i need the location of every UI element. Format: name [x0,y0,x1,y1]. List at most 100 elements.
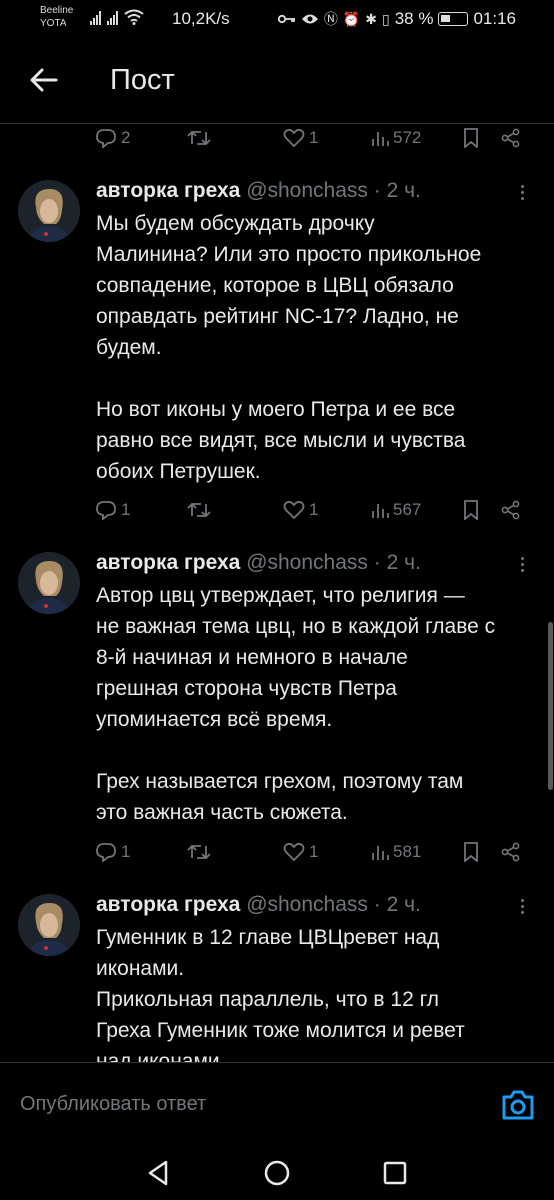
battery-icon [438,12,469,26]
author-handle[interactable]: @shonchass [246,551,368,574]
views-button[interactable]: 572 [371,128,421,148]
share-icon [501,500,520,520]
carrier-names: Beeline YOTA [40,4,73,30]
bookmark-button[interactable] [463,842,479,862]
share-button[interactable] [501,128,521,148]
carrier-bottom: YOTA [40,18,67,29]
scrollbar[interactable] [548,622,553,790]
views-icon [372,132,389,146]
author-handle[interactable]: @shonchass [246,893,368,916]
share-icon [501,842,520,862]
view-count: 567 [393,500,422,519]
views-button[interactable]: 567 [371,500,421,520]
like-button[interactable]: 1 [283,842,318,862]
reply-button[interactable]: 2 [95,128,130,148]
tweet-actions: 2 1 572 [95,124,525,152]
reply-count: 1 [121,500,131,519]
more-options-icon[interactable] [516,554,528,576]
signal-icon [90,9,101,25]
bookmark-icon [464,842,478,862]
network-speed: 10,2K/s [172,9,230,28]
bluetooth-icon: ✱ [365,10,377,27]
more-options-icon[interactable] [516,182,528,204]
heart-icon [283,842,305,862]
avatar[interactable] [18,552,80,614]
carrier-top: Beeline [40,5,74,16]
tweet-header: авторка греха @shonchass · 2 ч. [96,178,421,204]
retweet-button[interactable] [187,500,211,520]
retweet-button[interactable] [187,842,211,862]
views-button[interactable]: 581 [371,842,421,862]
reply-input[interactable]: Опубликовать ответ [20,1093,206,1116]
vibrate-icon: ▯ [381,10,390,27]
like-button[interactable]: 1 [283,500,318,520]
reply-button[interactable]: 1 [95,500,130,520]
tweet-text: Гуменник в 12 главе ЦВЦревет над иконами… [96,926,465,1062]
reply-count: 2 [121,128,131,147]
share-button[interactable] [501,842,521,862]
reply-icon [96,843,116,862]
arrow-left-icon[interactable] [26,62,62,98]
status-right: Ⓝ ⏰ ✱ ▯ 38 % 01:16 [277,9,516,29]
status-bar: Beeline YOTA 10,2K/s Ⓝ ⏰ ✱ ▯ 38 % 01:16 [0,0,554,40]
retweet-icon [187,502,211,518]
tweet-time: · 2 ч. [373,179,421,202]
views-icon [372,846,389,860]
author-name[interactable]: авторка греха [96,551,240,574]
tweet-actions: 1 1 567 [95,496,525,524]
bookmark-button[interactable] [463,128,479,148]
key-icon [277,14,295,24]
back-triangle-icon[interactable] [142,1156,176,1190]
retweet-icon [187,844,211,860]
reply-count: 1 [121,842,131,861]
tweet-time: · 2 ч. [373,551,421,574]
share-button[interactable] [501,500,521,520]
reply-composer[interactable]: Опубликовать ответ [0,1062,554,1146]
tweet-text: Автор цвц утверждает, что религия — не в… [96,584,496,824]
system-nav-bar [0,1146,554,1200]
signal-icon [107,9,118,25]
reply-button[interactable]: 1 [95,842,130,862]
nfc-icon: Ⓝ [323,11,338,27]
app-header: Пост [0,40,554,124]
wifi-icon [124,9,144,25]
heart-icon [283,128,305,148]
tweet-text: Мы будем обсуждать дрочку Малинина? Или … [96,212,482,483]
retweet-icon [187,130,211,146]
author-name[interactable]: авторка греха [96,179,240,202]
tweet-header: авторка греха @shonchass · 2 ч. [96,550,421,576]
avatar[interactable] [18,894,80,956]
battery-percent: 38 % [394,9,434,28]
like-button[interactable]: 1 [283,128,318,148]
more-options-icon[interactable] [516,896,528,918]
clock: 01:16 [473,9,516,28]
retweet-button[interactable] [187,128,211,148]
signal-indicators [90,9,144,25]
like-count: 1 [309,842,319,861]
home-circle-icon[interactable] [260,1156,294,1190]
share-icon [501,128,520,148]
tweet[interactable]: авторка греха @shonchass · 2 ч. Гуменник… [0,890,554,1062]
recents-square-icon[interactable] [378,1156,412,1190]
views-icon [372,504,389,518]
like-count: 1 [309,128,319,147]
bookmark-button[interactable] [463,500,479,520]
author-handle[interactable]: @shonchass [246,179,368,202]
camera-icon[interactable] [498,1085,538,1125]
tweet-actions: 1 1 581 [95,838,525,866]
tweet-time: · 2 ч. [373,893,421,916]
bookmark-icon [464,128,478,148]
page-title: Пост [110,64,175,96]
avatar[interactable] [18,180,80,242]
reply-icon [96,501,116,520]
tweet-header: авторка греха @shonchass · 2 ч. [96,892,421,918]
alarm-icon: ⏰ [342,10,361,27]
heart-icon [283,500,305,520]
eye-icon [301,14,318,24]
author-name[interactable]: авторка греха [96,893,240,916]
bookmark-icon [464,500,478,520]
like-count: 1 [309,500,319,519]
view-count: 581 [393,842,422,861]
view-count: 572 [393,128,422,147]
reply-icon [96,129,116,148]
